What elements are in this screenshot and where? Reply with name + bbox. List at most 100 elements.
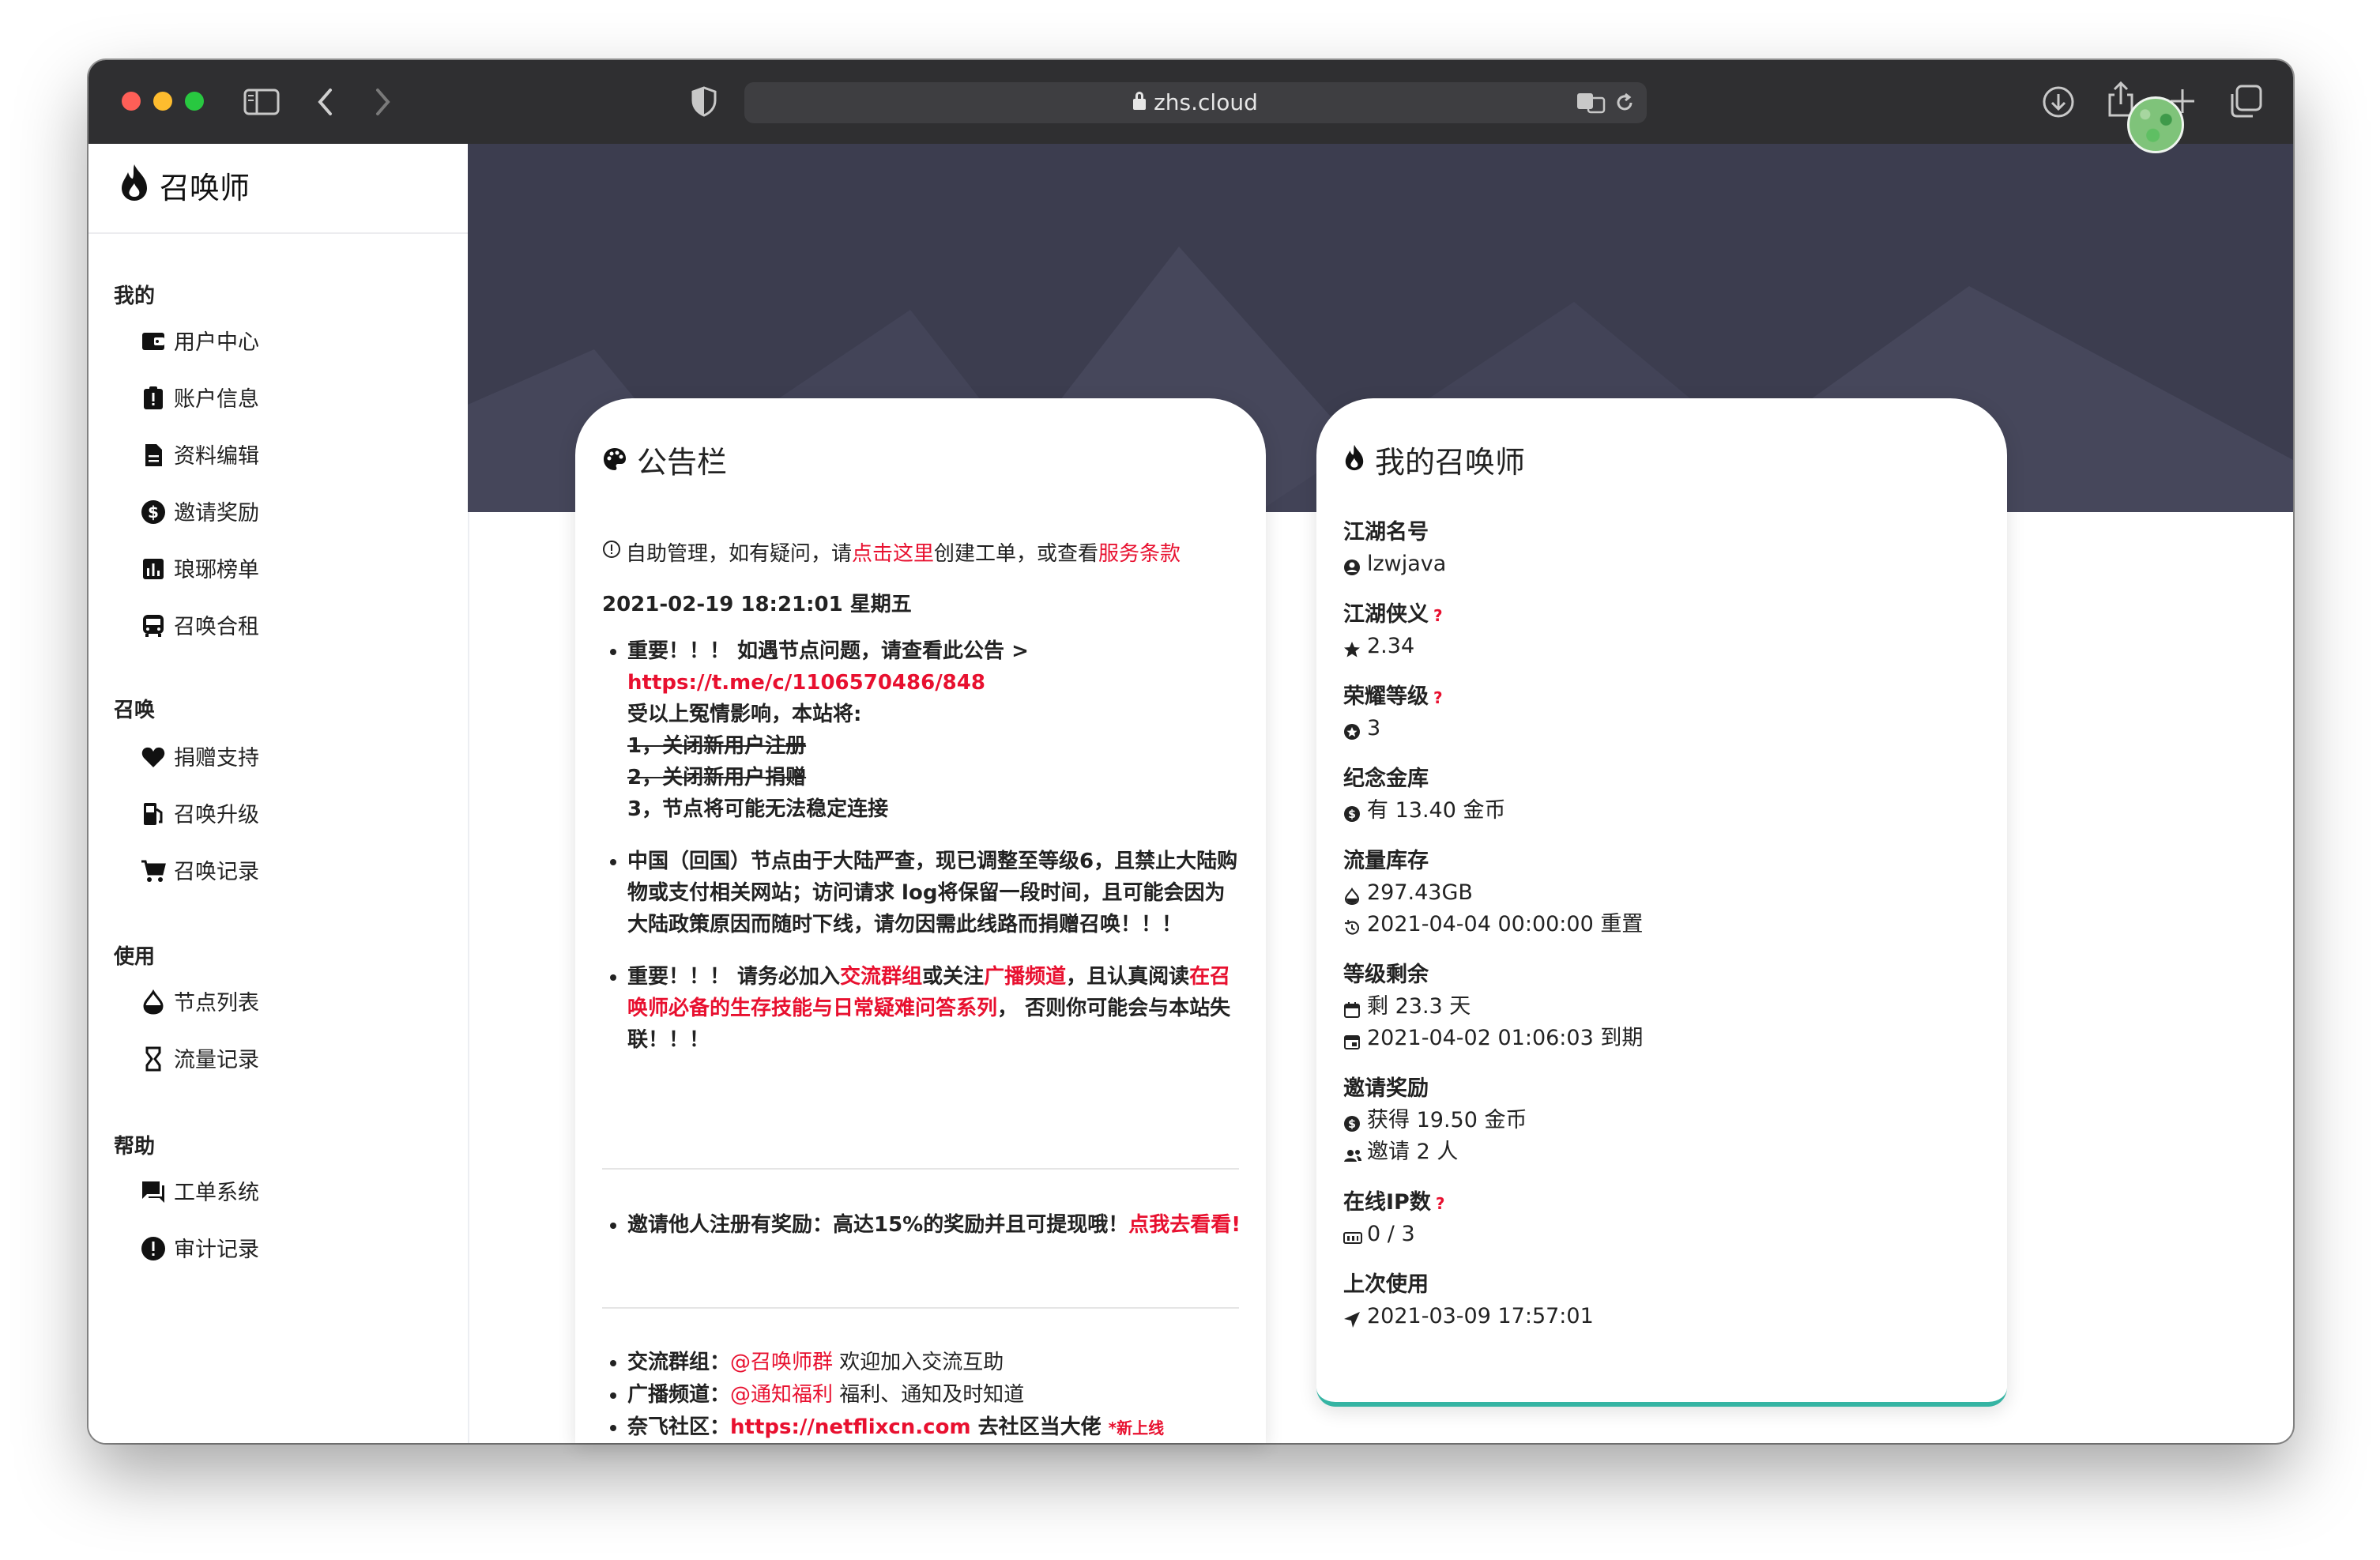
sidebar-item-label: 琅琊榜单	[174, 558, 259, 582]
badge-icon	[1343, 718, 1361, 740]
star-icon	[1343, 636, 1361, 657]
minimize-window-button[interactable]	[153, 92, 172, 111]
sidebar-item-upgrade[interactable]: 召唤升级	[141, 798, 259, 833]
sidebar-item-profile-edit[interactable]: 资料编辑	[141, 439, 259, 474]
sidebar-item-label: 邀请奖励	[174, 501, 259, 526]
alert-circle-icon	[141, 1236, 166, 1261]
privacy-shield-icon[interactable]	[691, 85, 717, 117]
summoner-title-text: 我的召唤师	[1375, 445, 1526, 480]
coin-icon: $	[1343, 801, 1361, 822]
stat-value: 2021-03-09 17:57:01	[1367, 1304, 1594, 1328]
sidebar-item-user-center[interactable]: 用户中心	[141, 326, 259, 360]
stat-value: 邀请 2 人	[1367, 1140, 1459, 1164]
sidebar-item-traffic-log[interactable]: 流量记录	[141, 1043, 259, 1078]
community-links: 交流群组：@召唤师群 欢迎加入交流互助 广播频道：@通知福利 福利、通知及时知道…	[602, 1347, 1244, 1445]
sidebar-item-label: 召唤升级	[174, 803, 259, 827]
section-heading-summon: 召唤	[114, 699, 156, 722]
stat-value: 0 / 3	[1367, 1222, 1415, 1246]
telegram-link[interactable]: https://t.me/c/1106570486/848	[627, 671, 985, 695]
new-badge: *新上线	[1108, 1419, 1165, 1438]
stat-value: 3	[1367, 716, 1381, 740]
brand[interactable]: 召唤师	[119, 163, 250, 213]
link-label: 交流群组：	[627, 1351, 731, 1374]
sidebar-item-leaderboard[interactable]: 琅琊榜单	[141, 553, 259, 588]
sidebar-item-share-rent[interactable]: 召唤合租	[141, 610, 259, 645]
section-heading-help: 帮助	[114, 1135, 156, 1159]
sidebar-item-label: 节点列表	[174, 991, 259, 1016]
stat-invite-reward: 邀请奖励 $ 获得 19.50 金币 邀请 2 人	[1343, 1073, 1527, 1168]
sidebar-item-node-list[interactable]: 节点列表	[141, 986, 259, 1021]
navigation-icon	[1343, 1306, 1361, 1328]
group-link[interactable]: 交流群组	[840, 965, 922, 989]
sidebar-toggle-icon[interactable]	[243, 89, 280, 115]
list-item: 广播频道：@通知福利 福利、通知及时知道	[627, 1379, 1244, 1411]
bar-chart-icon	[141, 556, 166, 582]
terms-link[interactable]: 服务条款	[1098, 542, 1181, 566]
reload-icon[interactable]	[1614, 92, 1636, 114]
notice-text: 邀请他人注册有奖励：高达15%的奖励并且可提现哦！	[627, 1213, 1129, 1237]
info-icon	[602, 540, 621, 564]
notice-text: ，且认真阅读	[1066, 965, 1190, 989]
list-item: 交流群组：@召唤师群 欢迎加入交流互助	[627, 1347, 1244, 1379]
sidebar-item-summon-log[interactable]: 召唤记录	[141, 855, 259, 890]
help-icon[interactable]: ?	[1436, 1194, 1445, 1213]
back-icon[interactable]	[316, 87, 335, 117]
url-text: zhs.cloud	[1154, 89, 1258, 115]
stat-value: 2021-04-02 01:06:03 到期	[1367, 1026, 1644, 1050]
sidebar-item-tickets[interactable]: 工单系统	[141, 1176, 259, 1211]
section-heading-mine: 我的	[114, 284, 156, 308]
list-item: 重要！！！ 请务必加入交流群组或关注广播频道，且认真阅读在召唤师必备的生存技能与…	[627, 961, 1244, 1056]
sidebar-item-invite-reward[interactable]: $ 邀请奖励	[141, 496, 259, 531]
fire-icon	[119, 163, 150, 217]
summoner-card: 我的召唤师 江湖名号 lzwjava 江湖侠义? 2.34 荣耀等级? 3 纪念…	[1316, 398, 2007, 1407]
link-label: 奈飞社区：	[627, 1415, 731, 1439]
help-icon[interactable]: ?	[1433, 606, 1443, 625]
avatar[interactable]	[2127, 96, 2184, 153]
translate-icon[interactable]	[1576, 90, 1607, 115]
stat-value: 2.34	[1367, 634, 1415, 658]
notice-text: 重要！！！ 请务必加入	[627, 965, 841, 989]
help-icon[interactable]: ?	[1433, 688, 1443, 707]
tab-overview-icon[interactable]	[2228, 84, 2263, 119]
wallet-icon	[141, 329, 166, 354]
address-bar[interactable]: zhs.cloud	[744, 82, 1647, 123]
notice-list: 重要！！！ 如遇节点问题，请查看此公告 > https://t.me/c/110…	[602, 635, 1244, 1056]
invite-list: 邀请他人注册有奖励：高达15%的奖励并且可提现哦！点我去看看!	[602, 1209, 1244, 1241]
sidebar-item-label: 流量记录	[174, 1048, 259, 1072]
drop-icon	[1343, 883, 1361, 905]
summoner-title: 我的召唤师	[1343, 438, 1525, 482]
divider	[88, 232, 468, 234]
heart-icon	[141, 744, 166, 770]
intro-text: 创建工单，或查看	[934, 542, 1099, 566]
sidebar-item-audit-log[interactable]: 审计记录	[141, 1233, 259, 1268]
chat-icon	[141, 1179, 166, 1204]
zoom-window-button[interactable]	[185, 92, 204, 111]
sidebar-item-label: 工单系统	[174, 1181, 259, 1205]
channel-link[interactable]: 广播频道	[984, 965, 1066, 989]
coin-icon: $	[1343, 1110, 1361, 1132]
svg-text:$: $	[1348, 808, 1356, 821]
list-item: 奈飞社区：https://netflixcn.com 去社区当大佬 *新上线	[627, 1411, 1244, 1445]
drop-icon	[141, 989, 166, 1015]
history-icon	[1343, 914, 1361, 935]
create-ticket-link[interactable]: 点击这里	[852, 542, 934, 566]
group-link[interactable]: @召唤师群	[730, 1351, 833, 1374]
sidebar-item-account-info[interactable]: 账户信息	[141, 382, 259, 417]
ip-icon	[1343, 1224, 1362, 1244]
stat-label: 江湖名号	[1343, 520, 1429, 544]
sidebar-item-donate[interactable]: 捐赠支持	[141, 741, 259, 776]
link-desc: 欢迎加入交流互助	[833, 1351, 1004, 1374]
divider	[602, 1307, 1239, 1309]
notice-intro: 自助管理，如有疑问，请点击这里创建工单，或查看服务条款	[602, 537, 1181, 567]
channel-link[interactable]: @通知福利	[730, 1383, 833, 1407]
forward-icon[interactable]	[373, 87, 392, 117]
stat-value: 获得 19.50 金币	[1367, 1108, 1527, 1132]
fuel-icon	[141, 801, 166, 827]
close-window-button[interactable]	[122, 92, 141, 111]
intro-text: 自助管理，如有疑问，请	[626, 542, 853, 566]
invite-link[interactable]: 点我去看看!	[1128, 1213, 1241, 1237]
link-desc: 福利、通知及时知道	[833, 1383, 1025, 1407]
section-heading-use: 使用	[114, 945, 156, 969]
download-icon[interactable]	[2042, 85, 2075, 119]
netflix-link[interactable]: https://netflixcn.com	[730, 1415, 971, 1439]
